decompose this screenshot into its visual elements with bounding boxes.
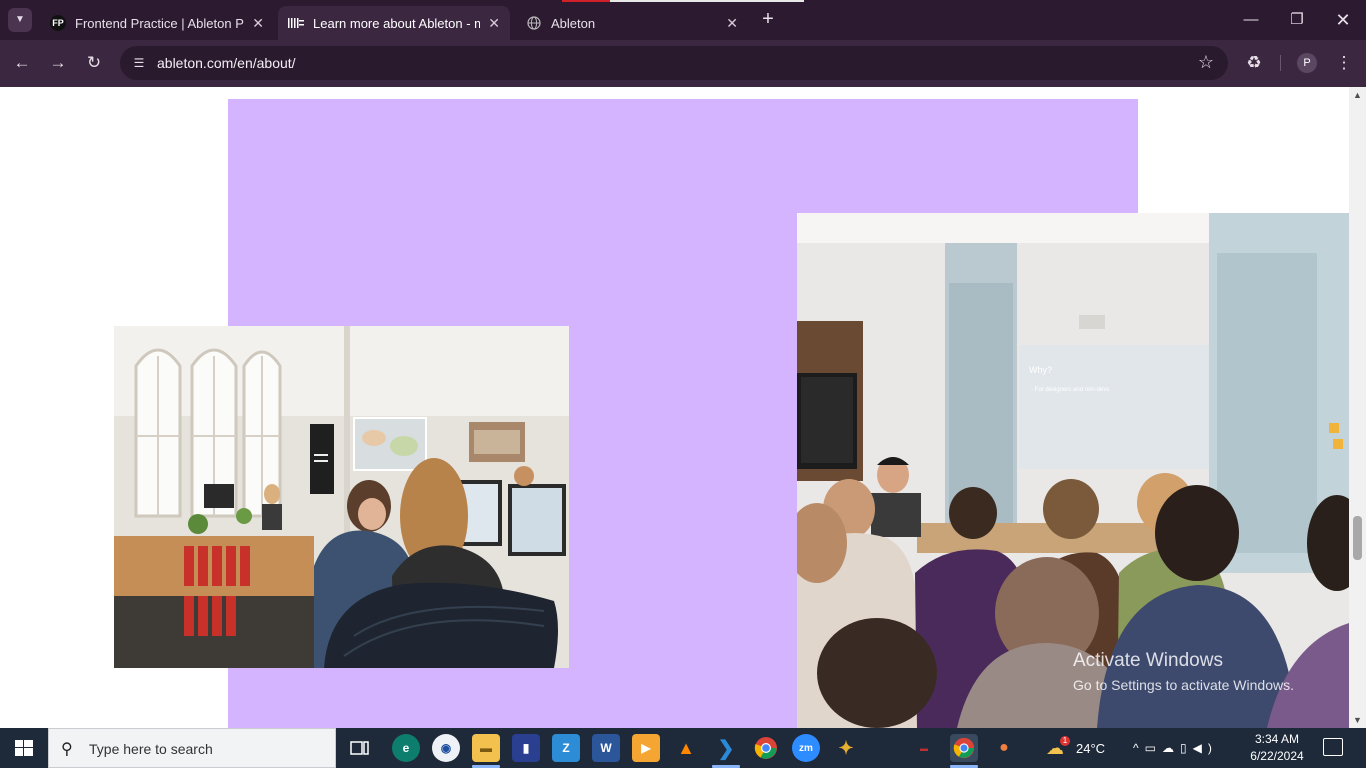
tab-favicon: FP: [50, 15, 66, 31]
tab-learn-more-ableton[interactable]: Learn more about Ableton - ma ✕: [278, 6, 510, 40]
svg-text:Why?: Why?: [1029, 365, 1052, 375]
task-view-icon[interactable]: [346, 734, 374, 762]
back-arrow-icon[interactable]: ←: [9, 50, 35, 76]
app-icon[interactable]: ●: [990, 734, 1018, 762]
battery-icon[interactable]: ▭: [1145, 741, 1162, 755]
scroll-up-arrow-icon[interactable]: ▲: [1353, 90, 1362, 100]
media-player-icon[interactable]: ▶: [632, 734, 660, 762]
edge-browser-icon[interactable]: e: [392, 734, 420, 762]
volume-icon[interactable]: ◀): [1193, 741, 1218, 755]
watermark-subtitle: Go to Settings to activate Windows.: [1073, 677, 1294, 693]
search-placeholder: Type here to search: [89, 741, 213, 757]
watermark-title: Activate Windows: [1073, 650, 1223, 671]
weather-temperature: 24°C: [1076, 740, 1106, 756]
extensions-puzzle-icon[interactable]: ♻: [1241, 50, 1267, 76]
notifications-icon[interactable]: [1323, 738, 1343, 756]
chevron-up-icon[interactable]: ^: [1133, 741, 1145, 755]
network-icon[interactable]: ☁: [1162, 741, 1180, 755]
zoom-icon[interactable]: zm: [792, 734, 820, 762]
taskbar-clock[interactable]: 3:34 AM 6/22/2024: [1248, 731, 1306, 765]
close-tab-icon[interactable]: ✕: [488, 15, 500, 32]
tab-frontend-practice[interactable]: FP Frontend Practice | Ableton Pro ✕: [40, 6, 274, 40]
vlc-icon[interactable]: ▲: [672, 734, 700, 762]
toolbar-divider: [1280, 55, 1281, 71]
chrome-icon[interactable]: [752, 734, 780, 762]
app-icon[interactable]: Z: [552, 734, 580, 762]
globe-icon: [526, 15, 542, 31]
tab-title: Learn more about Ableton - ma: [313, 15, 481, 31]
ableton-logo-icon: [288, 15, 304, 31]
file-explorer-icon[interactable]: ▬: [472, 734, 500, 762]
taskbar-search-box[interactable]: ⚲ Type here to search: [48, 728, 336, 768]
site-info-icon[interactable]: ☰: [130, 54, 148, 72]
profile-avatar[interactable]: P: [1297, 53, 1317, 73]
clock-time: 3:34 AM: [1254, 732, 1300, 746]
activate-windows-watermark: Activate Windows Go to Settings to activ…: [1073, 650, 1294, 693]
vertical-scrollbar[interactable]: ▲ ▼: [1349, 87, 1366, 728]
svg-text:- For designers and non-devs: - For designers and non-devs: [1031, 387, 1109, 393]
menu-kebab-icon[interactable]: ⋮: [1331, 50, 1357, 76]
restore-button[interactable]: ❐: [1274, 6, 1320, 34]
reload-icon[interactable]: ↻: [81, 50, 107, 76]
close-tab-icon[interactable]: ✕: [726, 15, 738, 32]
system-tray[interactable]: ^ ▭ ☁ ▯ ◀): [1133, 728, 1218, 768]
bookmark-star-icon[interactable]: ☆: [1198, 52, 1214, 73]
tab-search-button[interactable]: ▼: [8, 8, 32, 32]
tab-strip: ▼ FP Frontend Practice | Ableton Pro ✕ L…: [0, 0, 1366, 40]
close-tab-icon[interactable]: ✕: [252, 15, 264, 32]
scroll-down-arrow-icon[interactable]: ▼: [1353, 715, 1362, 725]
device-icon[interactable]: ▯: [1180, 741, 1193, 755]
vscode-icon[interactable]: ❯: [712, 734, 740, 762]
windows-start-button[interactable]: [0, 728, 48, 768]
clock-date: 6/22/2024: [1250, 749, 1304, 763]
browser-chrome: ▼ FP Frontend Practice | Ableton Pro ✕ L…: [0, 0, 1366, 87]
app-icon[interactable]: ▮: [512, 734, 540, 762]
tab-title: Frontend Practice | Ableton Pro: [75, 15, 245, 31]
app-icon[interactable]: ✦: [832, 734, 860, 762]
search-icon: ⚲: [61, 741, 73, 758]
tab-ableton[interactable]: Ableton ✕: [516, 6, 748, 40]
loading-bar: [562, 0, 804, 2]
scrollbar-thumb[interactable]: [1353, 516, 1362, 560]
tab-title: Ableton: [551, 15, 596, 31]
address-url[interactable]: ableton.com/en/about/: [157, 55, 296, 71]
app-icon[interactable]: ▬: [910, 734, 938, 762]
new-tab-button[interactable]: +: [757, 9, 779, 31]
forward-arrow-icon[interactable]: →: [45, 50, 71, 76]
word-icon[interactable]: W: [592, 734, 620, 762]
close-window-button[interactable]: ✕: [1320, 6, 1366, 34]
page-viewport: Why? - For designers and non-devs Activa…: [0, 87, 1349, 728]
app-icon[interactable]: ◉: [432, 734, 460, 762]
chrome-active-icon[interactable]: [950, 734, 978, 762]
weather-badge: 1: [1060, 736, 1070, 746]
office-photo: [114, 326, 569, 668]
address-bar[interactable]: ☰ ableton.com/en/about/ ☆: [120, 46, 1228, 80]
windows-taskbar: ⚲ Type here to search e ◉ ▬ ▮ Z W ▶ ▲ ❯ …: [0, 728, 1366, 768]
weather-widget[interactable]: ☁ 1 24°C: [1046, 728, 1105, 768]
minimize-button[interactable]: —: [1228, 6, 1274, 34]
